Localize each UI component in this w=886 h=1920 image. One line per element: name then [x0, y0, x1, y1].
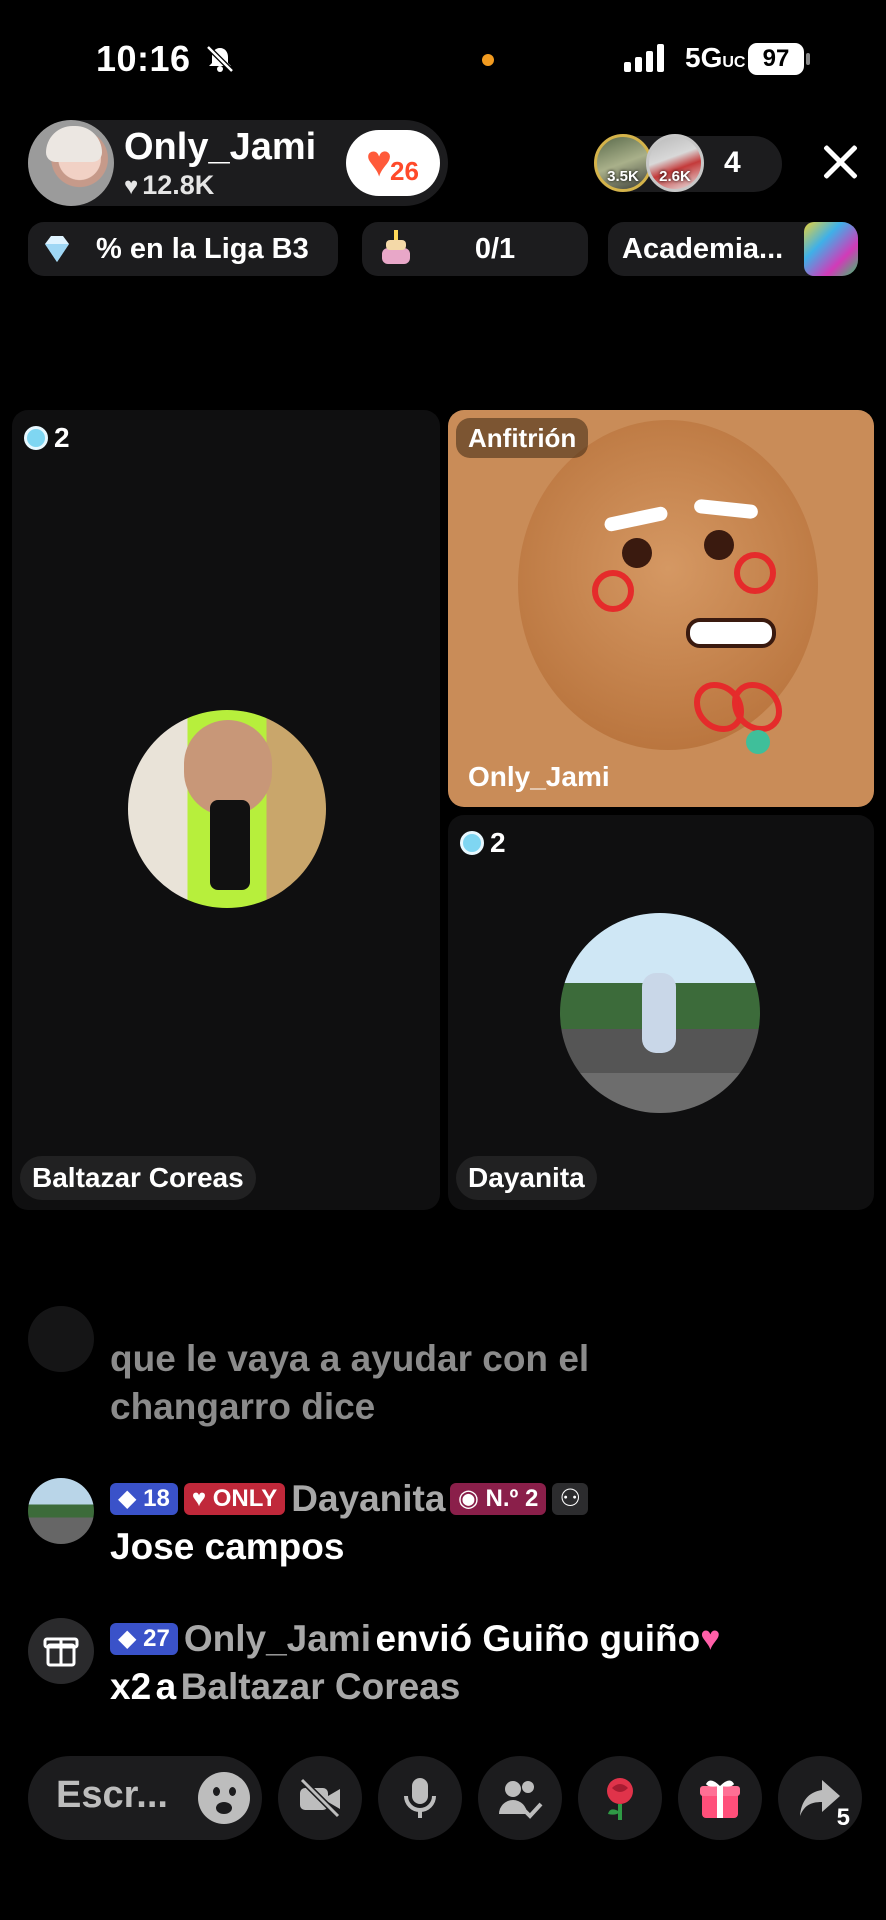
emoji-icon[interactable]: [198, 1772, 250, 1824]
camera-off-icon: [299, 1777, 341, 1819]
chat-username[interactable]: Dayanita: [291, 1478, 445, 1519]
status-bar: 10:16 5GUC 97: [0, 0, 886, 118]
guest-tile-dayanita[interactable]: 2 Dayanita: [448, 815, 874, 1210]
host-info[interactable]: Only_Jami ♥ 12.8K ♥ 26: [28, 120, 448, 206]
fan-level: 26: [390, 156, 419, 186]
battery-tip: [806, 53, 810, 65]
guest-icon: ⚇: [552, 1483, 589, 1515]
host-tile-name: Only_Jami: [468, 761, 610, 792]
microphone-icon: [404, 1778, 436, 1818]
gift-action: envió Guiño guiño: [375, 1618, 701, 1659]
chat-text: Jose campos: [110, 1526, 345, 1567]
host-badge: Anfitrión: [456, 418, 589, 458]
close-button[interactable]: [818, 140, 862, 184]
guest-badge: 2: [24, 422, 70, 454]
guests-icon: [499, 1781, 543, 1819]
heart-icon: ♥: [124, 173, 139, 200]
microphone-button[interactable]: [378, 1756, 462, 1840]
level-badge: ◆ 27: [110, 1623, 178, 1655]
cake-icon: [382, 230, 410, 264]
fan-club-tag: ♥ ONLY: [183, 1483, 286, 1515]
camera-off-button[interactable]: [278, 1756, 362, 1840]
league-chip[interactable]: % en la Liga B3: [28, 222, 338, 276]
guest-tile-baltazar[interactable]: 2 Baltazar Coreas: [12, 410, 440, 1210]
gift-avatar: [28, 1618, 94, 1684]
gift-to: a: [155, 1666, 177, 1707]
share-count: 5: [836, 1804, 850, 1831]
host-tile[interactable]: Anfitrión Only_Jami: [448, 410, 874, 807]
chat-avatar[interactable]: [28, 1478, 94, 1544]
rose-gift-button[interactable]: [578, 1756, 662, 1840]
comment-placeholder: Escr...: [56, 1774, 168, 1816]
gift-count: x2: [110, 1666, 152, 1707]
bell-muted-icon: [206, 45, 234, 73]
badge-icon: [460, 831, 484, 855]
signal-icon: [624, 44, 664, 72]
gift-button[interactable]: [678, 1756, 762, 1840]
top-viewer-avatar[interactable]: 2.6K: [646, 134, 704, 192]
rose-icon: [607, 1778, 633, 1820]
gift-recipient[interactable]: Baltazar Coreas: [181, 1666, 461, 1707]
goal-chip[interactable]: 0/1: [362, 222, 588, 276]
guest-name: Dayanita: [456, 1156, 597, 1200]
heart-gift-icon: ♥: [700, 1619, 721, 1658]
fan-heart-icon: ♥: [366, 137, 393, 186]
diamond-icon: [45, 236, 69, 262]
gingerbread-avatar: [518, 420, 818, 754]
host-likes: ♥ 12.8K: [124, 170, 215, 200]
level-badge: ◆ 18: [110, 1483, 178, 1515]
guest-name: Baltazar Coreas: [20, 1156, 256, 1200]
viewer-count: 4: [724, 146, 741, 179]
share-button[interactable]: 5: [778, 1756, 862, 1840]
guests-button[interactable]: [478, 1756, 562, 1840]
host-name: Only_Jami: [124, 126, 317, 168]
network-type: 5GUC: [685, 42, 746, 73]
gift-box-icon: [700, 1780, 740, 1818]
chat-avatar[interactable]: [28, 1306, 94, 1372]
chat-header: ◆ 18 ♥ ONLY Dayanita ◉ N.º 2 ⚇: [110, 1478, 594, 1520]
host-avatar[interactable]: [28, 120, 114, 206]
academy-badge-icon: [804, 222, 858, 276]
privacy-indicator: [482, 54, 494, 66]
academy-chip[interactable]: Academia...: [608, 222, 858, 276]
guest-avatar[interactable]: [128, 710, 326, 908]
comment-input[interactable]: Escr...: [28, 1756, 262, 1840]
guest-avatar[interactable]: [560, 913, 760, 1113]
gift-icon: [43, 1637, 79, 1667]
guest-badge: 2: [460, 827, 506, 859]
top-viewer-avatar[interactable]: 3.5K: [594, 134, 652, 192]
clock: 10:16: [96, 38, 191, 79]
viewer-list[interactable]: 3.5K 2.6K 4: [594, 134, 782, 192]
rank-badge: ◉ N.º 2: [449, 1483, 547, 1515]
chat-username[interactable]: Only_Jami: [184, 1618, 371, 1659]
battery-indicator: 97: [748, 43, 804, 75]
fan-club-button[interactable]: ♥ 26: [346, 130, 440, 196]
badge-icon: [24, 426, 48, 450]
